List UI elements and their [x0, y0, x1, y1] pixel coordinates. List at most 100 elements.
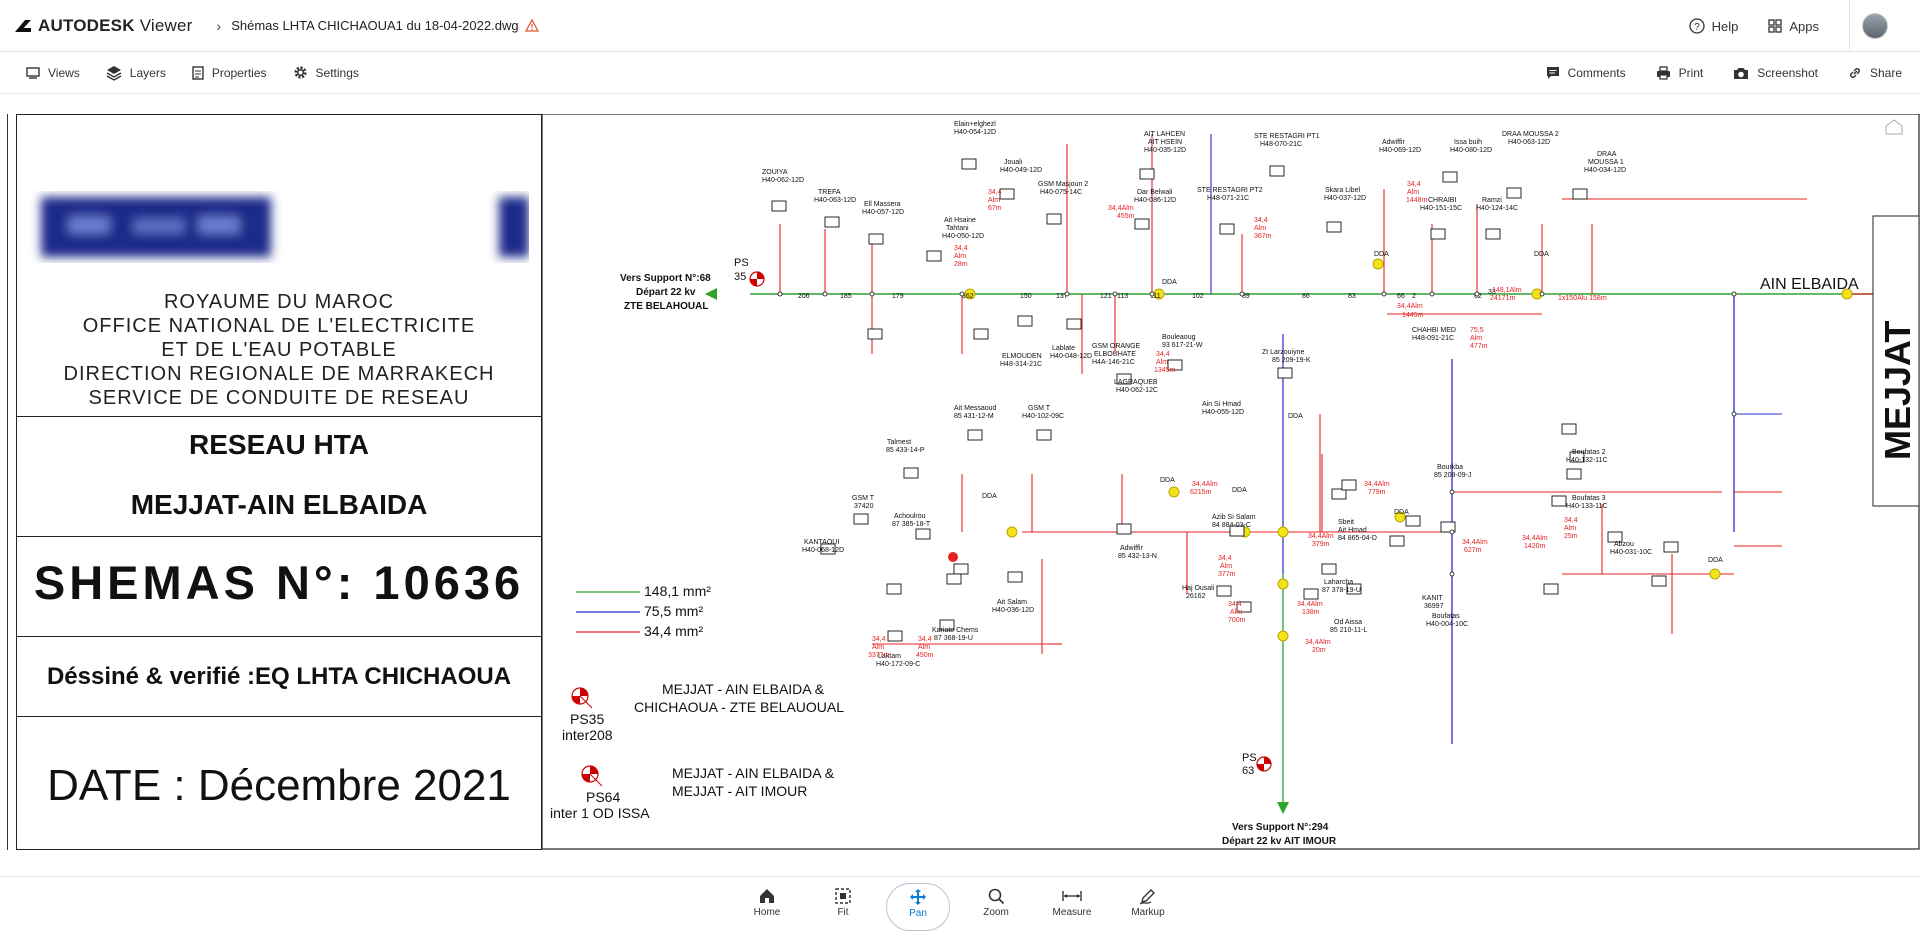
fit-label: Fit	[837, 907, 849, 918]
share-button[interactable]: Share	[1848, 66, 1902, 80]
svg-text:34,4: 34,4	[988, 189, 1002, 196]
svg-text:H40-069-12D: H40-069-12D	[1379, 147, 1421, 154]
date-label: DATE : Décembre 2021	[47, 761, 511, 810]
svg-text:H40-068-12D: H40-068-12D	[802, 547, 844, 554]
svg-text:34,4Alm: 34,4Alm	[1462, 539, 1488, 546]
layers-button[interactable]: Layers	[106, 65, 166, 81]
svg-text:148,1Alm: 148,1Alm	[1492, 287, 1522, 294]
pan-button[interactable]: Pan	[886, 883, 950, 931]
views-button[interactable]: Views	[26, 66, 80, 80]
svg-text:36997: 36997	[1424, 603, 1444, 610]
svg-text:H40-063-12D: H40-063-12D	[814, 197, 856, 204]
svg-text:DRAA MOUSSA 2: DRAA MOUSSA 2	[1502, 131, 1559, 138]
ps35-map-num: 35	[734, 271, 746, 283]
file-name: Shémas LHTA CHICHAOUA1 du 18-04-2022.dwg	[231, 18, 519, 33]
zoom-button[interactable]: Zoom	[964, 883, 1028, 931]
drawing-canvas[interactable]: ROYAUME DU MAROC OFFICE NATIONAL DE L'EL…	[0, 94, 1920, 876]
svg-text:85 432-13-N: 85 432-13-N	[1118, 553, 1157, 560]
svg-text:Adwiffir: Adwiffir	[1382, 139, 1405, 146]
autodesk-logo-icon	[15, 19, 31, 32]
svg-text:93 617-21-W: 93 617-21-W	[1162, 342, 1203, 349]
left-support-1: Vers Support N°:68	[620, 273, 711, 284]
warning-icon[interactable]	[524, 18, 539, 33]
home-icon	[760, 889, 774, 903]
ps35-legend-label: PS35	[570, 711, 604, 727]
svg-text:Talmest: Talmest	[887, 439, 911, 446]
help-icon: ?	[1688, 18, 1705, 34]
svg-text:H40-036-12D: H40-036-12D	[992, 607, 1034, 614]
measure-button[interactable]: Measure	[1040, 883, 1104, 931]
left-support-3: ZTE BELAHOUAL	[624, 301, 708, 312]
svg-text:DDA: DDA	[1162, 279, 1177, 286]
fit-button[interactable]: Fit	[811, 883, 875, 931]
network-diagram[interactable]: Vers Support N°:68 Départ 22 kv ZTE BELA…	[542, 114, 1920, 850]
svg-text:85 209-19-K: 85 209-19-K	[1272, 357, 1311, 364]
section-label: MEJJAT-AIN ELBAIDA	[130, 489, 428, 520]
svg-text:1x150Alu 158m: 1x150Alu 158m	[1558, 295, 1607, 302]
svg-text:H48-314-21C: H48-314-21C	[1000, 361, 1042, 368]
svg-text:H48-091-21C: H48-091-21C	[1412, 335, 1454, 342]
print-button[interactable]: Print	[1656, 65, 1704, 80]
ain-elbaida-label: AIN ELBAIDA	[1760, 276, 1859, 293]
svg-text:TREFA: TREFA	[818, 189, 841, 196]
svg-text:85 431-12-M: 85 431-12-M	[954, 413, 994, 420]
svg-text:DDA: DDA	[1232, 487, 1247, 494]
ps35-map-label: PS	[734, 257, 749, 269]
pencil-icon	[1139, 889, 1155, 905]
link-icon	[1850, 67, 1860, 78]
layers-icon	[106, 65, 122, 81]
autodesk-logo[interactable]: AUTODESK Viewer	[14, 16, 193, 36]
properties-button[interactable]: Properties	[192, 66, 267, 80]
ps64-legend-label: PS64	[586, 789, 620, 805]
svg-text:H40-132-11C: H40-132-11C	[1566, 457, 1608, 464]
ruler-icon	[1062, 891, 1082, 901]
svg-text:Ait Hmad: Ait Hmad	[1338, 527, 1367, 534]
svg-text:GSM ORANGE: GSM ORANGE	[1092, 343, 1141, 350]
svg-text:Alm: Alm	[1407, 189, 1419, 196]
print-label: Print	[1678, 65, 1704, 80]
svg-text:28m: 28m	[954, 261, 968, 268]
svg-text:H40-151-15C: H40-151-15C	[1420, 205, 1462, 212]
svg-text:75,5: 75,5	[1470, 327, 1484, 334]
svg-text:CHAHBI MED: CHAHBI MED	[1412, 327, 1456, 334]
bottom-support-2: Départ 22 kv AIT IMOUR	[1222, 836, 1337, 847]
org-section	[17, 115, 541, 417]
svg-text:66: 66	[1397, 293, 1405, 300]
markup-button[interactable]: Markup	[1116, 883, 1180, 931]
svg-text:Ait Messaoud: Ait Messaoud	[954, 405, 997, 412]
svg-text:34,4: 34,4	[1564, 517, 1578, 524]
ps35-caption-1: MEJJAT - AIN ELBAIDA &	[662, 681, 825, 697]
svg-text:379m: 379m	[1312, 541, 1330, 548]
svg-text:Alm: Alm	[1156, 359, 1168, 366]
markup-label: Markup	[1131, 907, 1165, 918]
svg-text:34,4: 34,4	[1254, 217, 1268, 224]
svg-text:34,4: 34,4	[1156, 351, 1170, 358]
svg-text:83: 83	[1348, 293, 1356, 300]
settings-button[interactable]: Settings	[293, 65, 359, 80]
ps63-map-label: PS	[1242, 752, 1257, 764]
svg-text:DDA: DDA	[982, 493, 997, 500]
date-section: DATE : Décembre 2021	[17, 717, 541, 849]
svg-text:185: 185	[840, 293, 852, 300]
drawn-by: Déssiné & verifié :EQ LHTA CHICHAOUA	[46, 663, 512, 690]
apps-button[interactable]: Apps	[1768, 19, 1819, 34]
svg-text:179: 179	[892, 293, 904, 300]
svg-text:Bouleaoug: Bouleaoug	[1162, 334, 1196, 341]
help-button[interactable]: ? Help	[1688, 18, 1738, 34]
svg-text:AIT LAHCEN: AIT LAHCEN	[1144, 131, 1185, 138]
svg-text:26162: 26162	[1186, 593, 1206, 600]
svg-text:CHRAIBI: CHRAIBI	[1428, 197, 1456, 204]
viewer-toolbar: Views Layers Properties Settings Comment…	[0, 52, 1920, 94]
svg-text:24171m: 24171m	[1490, 295, 1515, 302]
camera-icon	[1734, 67, 1749, 79]
pan-label: Pan	[909, 908, 927, 919]
screenshot-button[interactable]: Screenshot	[1733, 66, 1818, 80]
svg-text:Alm: Alm	[1564, 525, 1576, 532]
comments-button[interactable]: Comments	[1546, 66, 1626, 80]
user-avatar[interactable]	[1862, 13, 1888, 39]
home-button[interactable]: Home	[735, 883, 799, 931]
svg-text:Jouali: Jouali	[1004, 159, 1023, 166]
svg-text:Ait Hsaine: Ait Hsaine	[944, 217, 976, 224]
sheet-edge	[0, 114, 8, 850]
svg-text:34,4Alm: 34,4Alm	[1108, 205, 1134, 212]
